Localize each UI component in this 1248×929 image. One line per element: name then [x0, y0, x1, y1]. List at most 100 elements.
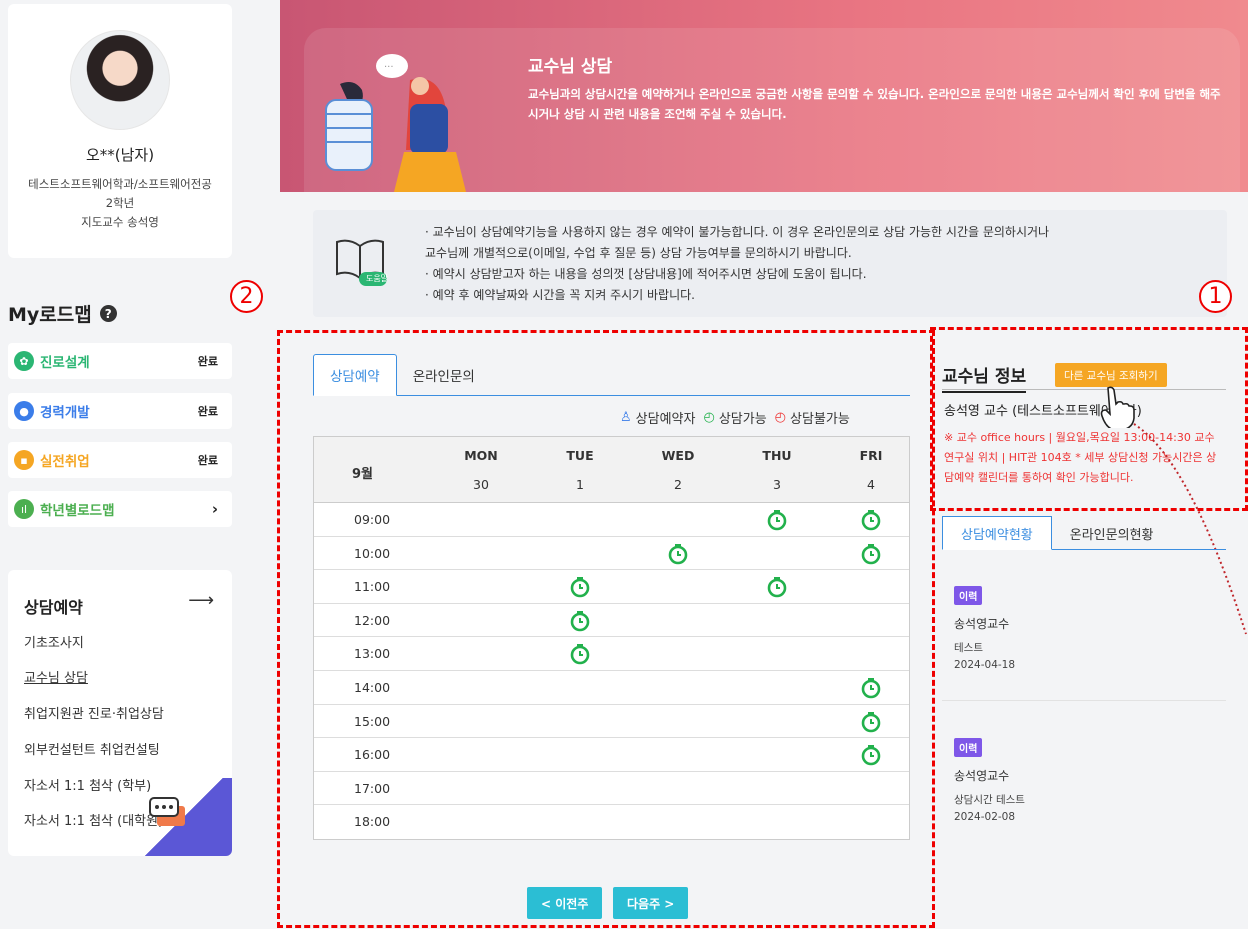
- available-slot-icon[interactable]: [860, 744, 882, 766]
- schedule-row: 10:00: [314, 537, 909, 571]
- menu-item-professor[interactable]: 교수님 상담: [24, 667, 88, 686]
- schedule-row: 15:00: [314, 705, 909, 739]
- legend-reserver-label: 상담예약자: [635, 412, 696, 427]
- consult-tabs: 상담예약 온라인문의: [313, 354, 910, 396]
- history-badge: 이력: [954, 586, 983, 605]
- available-slot-icon[interactable]: [569, 643, 591, 665]
- profile-card: 오**(남자) 테스트소프트웨어학과/소프트웨어전공 2학년 지도교수 송석영: [8, 4, 232, 258]
- schedule-row: 16:00: [314, 738, 909, 772]
- reserver-icon: ♙: [620, 410, 632, 425]
- history-professor: 송석영교수: [954, 617, 1010, 631]
- day-header-wed: WED 2: [638, 448, 718, 492]
- profile-department: 테스트소프트웨어학과/소프트웨어전공: [28, 177, 212, 191]
- unavailable-clock-icon: ◴: [774, 410, 786, 425]
- next-week-button[interactable]: 다음주 >: [613, 887, 689, 919]
- banner-title: 교수님 상담: [528, 57, 613, 77]
- available-slot-icon[interactable]: [766, 576, 788, 598]
- time-label: 16:00: [354, 747, 391, 763]
- tab-inquiry-history[interactable]: 온라인문의현황: [1052, 516, 1172, 550]
- tab-online-inquiry[interactable]: 온라인문의: [397, 354, 491, 396]
- bar-chart-icon: ıl: [14, 499, 34, 519]
- time-label: 12:00: [354, 612, 391, 628]
- roadmap-title: My로드맵 ?: [8, 300, 117, 327]
- time-label: 18:00: [354, 814, 391, 830]
- time-label: 14:00: [354, 679, 391, 695]
- roadmap-item-status: 완료: [197, 355, 218, 368]
- history-item[interactable]: 이력 송석영교수 상담시간 테스트 2024-02-08: [954, 738, 1025, 823]
- day-header-thu: THU 3: [737, 448, 817, 492]
- legend-reserver: ♙ 상담예약자: [620, 408, 695, 427]
- time-label: 15:00: [354, 713, 391, 729]
- legend-unavailable: ◴ 상담불가능: [775, 408, 850, 427]
- day-date: 2: [674, 477, 682, 492]
- history-date: 2024-02-08: [954, 811, 1016, 823]
- roadmap-item-label: 경력개발: [40, 405, 90, 421]
- roadmap-item-by-grade[interactable]: ıl 학년별로드맵 ›: [8, 491, 232, 527]
- prev-week-button[interactable]: < 이전주: [527, 887, 603, 919]
- schedule-month: 9월: [352, 467, 374, 482]
- available-clock-icon: ◴: [703, 410, 715, 425]
- roadmap-item-career-design[interactable]: ✿ 진로설계 완료: [8, 343, 232, 379]
- time-label: 10:00: [354, 545, 391, 561]
- history-title: 상담시간 테스트: [954, 794, 1025, 806]
- available-slot-icon[interactable]: [860, 711, 882, 733]
- help-notice: 도움말 · 교수님이 상담예약기능을 사용하지 않는 경우 예약이 불가능합니다…: [313, 210, 1227, 317]
- schedule-row: 17:00: [314, 772, 909, 806]
- roadmap-item-label: 실전취업: [40, 454, 90, 470]
- gear-icon: ✿: [14, 351, 34, 371]
- history-item[interactable]: 이력 송석영교수 테스트 2024-04-18: [954, 586, 1015, 671]
- available-slot-icon[interactable]: [569, 610, 591, 632]
- chat-icon[interactable]: [148, 796, 188, 830]
- time-label: 09:00: [354, 512, 391, 527]
- legend-unavailable-label: 상담불가능: [790, 412, 850, 427]
- chevron-right-icon: ›: [211, 500, 218, 518]
- schedule-row: 18:00: [314, 805, 909, 839]
- available-slot-icon[interactable]: [569, 576, 591, 598]
- notice-text: · 교수님이 상담예약기능을 사용하지 않는 경우 예약이 불가능합니다. 이 …: [425, 222, 1215, 306]
- roadmap-item-status: 완료: [197, 454, 218, 467]
- notice-line: · 교수님이 상담예약기능을 사용하지 않는 경우 예약이 불가능합니다. 이 …: [425, 225, 1050, 239]
- roadmap-item-career-development[interactable]: ● 경력개발 완료: [8, 393, 232, 429]
- roadmap-item-label: 진로설계: [40, 355, 90, 371]
- help-badge: 도움말: [365, 274, 389, 283]
- schedule-row: 13:00: [314, 637, 909, 671]
- day-name: TUE: [566, 448, 594, 463]
- day-header-tue: TUE 1: [540, 448, 620, 492]
- legend-available-label: 상담가능: [718, 412, 767, 427]
- available-slot-icon[interactable]: [766, 509, 788, 531]
- user-icon: ●: [14, 401, 34, 421]
- history-title: 테스트: [954, 642, 983, 654]
- svg-text:···: ···: [384, 62, 394, 73]
- day-date: 30: [473, 477, 489, 492]
- day-name: FRI: [859, 448, 883, 463]
- help-icon[interactable]: ?: [99, 305, 117, 322]
- available-slot-icon[interactable]: [667, 543, 689, 565]
- tab-reservation-history[interactable]: 상담예약현황: [942, 516, 1052, 550]
- consultation-illustration: ···: [325, 54, 466, 192]
- available-slot-icon[interactable]: [860, 543, 882, 565]
- legend-available: ◴ 상담가능: [703, 408, 766, 427]
- available-slot-icon[interactable]: [860, 509, 882, 531]
- notice-line: 교수님께 개별적으로(이메일, 수업 후 질문 등) 상담 가능여부를 문의하시…: [425, 246, 852, 260]
- consult-menu: 상담예약 ⟶ 기초조사지 교수님 상담 취업지원관 진로·취업상담 외부컨설턴트…: [8, 570, 232, 856]
- roadmap-item-status: 완료: [197, 405, 218, 418]
- roadmap-item-employment[interactable]: ▪ 실전취업 완료: [8, 442, 232, 478]
- divider: [942, 700, 1226, 701]
- menu-item-resume-undergrad[interactable]: 자소서 1:1 첨삭 (학부): [24, 775, 151, 794]
- arrow-right-icon[interactable]: ⟶: [188, 590, 214, 611]
- divider: [942, 389, 1226, 390]
- day-date: 4: [867, 477, 875, 492]
- menu-item-job-counsel[interactable]: 취업지원관 진로·취업상담: [24, 703, 164, 722]
- callout-marker-1: 1: [1199, 280, 1232, 313]
- menu-item-consulting[interactable]: 외부컨설턴트 취업컨설팅: [24, 739, 160, 758]
- history-tabs: 상담예약현황 온라인문의현황: [942, 516, 1226, 550]
- history-badge: 이력: [954, 738, 983, 757]
- day-name: MON: [464, 448, 498, 463]
- banner-description: 교수님과의 상담시간을 예약하거나 온라인으로 궁금한 사항을 문의할 수 있습…: [528, 87, 1221, 121]
- tab-reservation[interactable]: 상담예약: [313, 354, 397, 396]
- briefcase-icon: ▪: [14, 450, 34, 470]
- schedule-header: 9월 MON 30 TUE 1 WED 2 THU 3 FRI 4: [314, 437, 909, 503]
- day-header-mon: MON 30: [441, 448, 521, 492]
- menu-item-survey[interactable]: 기초조사지: [24, 632, 84, 651]
- available-slot-icon[interactable]: [860, 677, 882, 699]
